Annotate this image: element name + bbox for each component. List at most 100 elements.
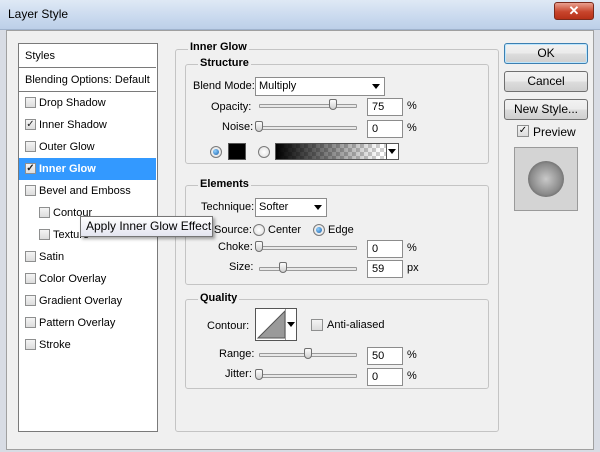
noise-label: Noise: <box>222 121 254 133</box>
structure-label: Structure <box>198 57 251 69</box>
style-item-label: Color Overlay <box>39 273 107 285</box>
style-item[interactable]: Gradient Overlay <box>19 290 156 312</box>
opacity-input[interactable]: 75 <box>367 98 403 116</box>
noise-slider-track[interactable] <box>259 126 357 130</box>
chevron-down-icon <box>287 322 295 327</box>
technique-value: Softer <box>259 201 289 213</box>
jitter-label: Jitter: <box>225 368 252 380</box>
checkbox-checked-icon[interactable]: ✓ <box>25 163 36 174</box>
checkbox-icon[interactable] <box>25 273 36 284</box>
noise-slider-thumb[interactable] <box>255 121 263 132</box>
noise-input[interactable]: 0 <box>367 120 403 138</box>
checkbox-icon[interactable] <box>39 229 50 240</box>
range-label: Range: <box>219 348 255 360</box>
jitter-slider-track[interactable] <box>259 374 357 378</box>
checkbox-icon[interactable] <box>25 141 36 152</box>
size-slider-track[interactable] <box>259 267 357 271</box>
checkbox-icon[interactable] <box>25 251 36 262</box>
color-mode-radio[interactable] <box>210 146 222 158</box>
source-edge-radio[interactable] <box>313 224 325 236</box>
cancel-button[interactable]: Cancel <box>504 71 588 92</box>
opacity-slider-track[interactable] <box>259 104 357 108</box>
elements-label: Elements <box>198 178 251 190</box>
checkbox-icon[interactable] <box>25 97 36 108</box>
jitter-input[interactable]: 0 <box>367 368 403 386</box>
preview-thumbnail <box>514 147 578 211</box>
style-item-label: Bevel and Emboss <box>39 185 131 197</box>
source-center-radio[interactable] <box>253 224 265 236</box>
dialog-body: Styles Blending Options: Default Drop Sh… <box>6 30 594 450</box>
window-title: Layer Style <box>8 7 69 21</box>
source-label: Source: <box>214 224 252 236</box>
glow-color-swatch[interactable] <box>228 143 246 160</box>
contour-picker[interactable] <box>255 308 297 341</box>
checkbox-icon[interactable] <box>25 185 36 196</box>
style-item-label: Satin <box>39 251 65 263</box>
style-item[interactable]: Bevel and Emboss <box>19 180 156 202</box>
style-item-label: Stroke <box>39 339 71 351</box>
anti-aliased-label: Anti-aliased <box>327 319 385 331</box>
blend-mode-label: Blend Mode: <box>193 80 255 92</box>
choke-slider-track[interactable] <box>259 246 357 250</box>
checkbox-icon[interactable] <box>25 295 36 306</box>
style-item[interactable]: ✓ Inner Glow <box>19 158 156 180</box>
style-item[interactable]: Satin <box>19 246 156 268</box>
new-style-button[interactable]: New Style... <box>504 99 588 120</box>
chevron-down-icon <box>314 205 322 210</box>
styles-list: Styles Blending Options: Default Drop Sh… <box>18 43 158 432</box>
style-item[interactable]: Pattern Overlay <box>19 312 156 334</box>
size-slider-thumb[interactable] <box>278 262 287 273</box>
style-item[interactable]: ✓ Inner Shadow <box>19 114 156 136</box>
style-item-label: Inner Glow <box>39 163 96 175</box>
style-item-label: Gradient Overlay <box>39 295 123 307</box>
chevron-down-icon <box>388 149 396 154</box>
checkbox-icon[interactable] <box>25 317 36 328</box>
gradient-mode-radio[interactable] <box>258 146 270 158</box>
style-item[interactable]: Stroke <box>19 334 156 356</box>
contour-label: Contour: <box>207 320 250 332</box>
choke-slider-thumb[interactable] <box>255 241 263 252</box>
style-item-label: Pattern Overlay <box>39 317 116 329</box>
style-item-label: Outer Glow <box>39 141 95 153</box>
size-label: Size: <box>229 261 254 273</box>
anti-aliased-checkbox[interactable] <box>311 319 323 331</box>
checkbox-icon[interactable] <box>25 339 36 350</box>
preview-swatch <box>528 161 564 197</box>
style-item[interactable]: Drop Shadow <box>19 92 156 114</box>
preview-label: Preview <box>533 125 576 139</box>
choke-unit: % <box>407 242 417 254</box>
choke-input[interactable]: 0 <box>367 240 403 258</box>
blend-mode-value: Multiply <box>259 80 297 92</box>
quality-label: Quality <box>198 292 240 304</box>
tooltip: Apply Inner Glow Effect <box>80 216 213 237</box>
opacity-slider-thumb[interactable] <box>328 99 337 110</box>
gradient-dropdown[interactable] <box>386 144 398 159</box>
contour-dropdown[interactable] <box>285 309 296 340</box>
blending-options-item[interactable]: Blending Options: Default <box>19 68 156 92</box>
range-unit: % <box>407 349 417 361</box>
source-center-label: Center <box>268 224 302 236</box>
checkbox-icon[interactable] <box>39 207 50 218</box>
contour-icon <box>256 309 286 339</box>
opacity-unit: % <box>407 100 417 112</box>
chevron-down-icon <box>372 84 380 89</box>
ok-button[interactable]: OK <box>504 43 588 64</box>
checkbox-checked-icon[interactable]: ✓ <box>25 119 36 130</box>
close-button[interactable]: ✕ <box>554 2 594 20</box>
technique-select[interactable]: Softer <box>255 198 327 217</box>
jitter-unit: % <box>407 370 417 382</box>
opacity-label: Opacity: <box>211 101 252 113</box>
style-item[interactable]: Color Overlay <box>19 268 156 290</box>
jitter-slider-thumb[interactable] <box>255 369 263 380</box>
choke-label: Choke: <box>218 241 253 253</box>
range-slider-thumb[interactable] <box>304 348 312 359</box>
styles-header[interactable]: Styles <box>19 44 156 68</box>
technique-label: Technique: <box>201 201 255 213</box>
size-input[interactable]: 59 <box>367 260 403 278</box>
preview-checkbox[interactable]: ✓ <box>517 125 529 137</box>
style-item[interactable]: Outer Glow <box>19 136 156 158</box>
range-input[interactable]: 50 <box>367 347 403 365</box>
gradient-picker[interactable] <box>275 143 399 160</box>
size-unit: px <box>407 262 419 274</box>
blend-mode-select[interactable]: Multiply <box>255 77 385 96</box>
